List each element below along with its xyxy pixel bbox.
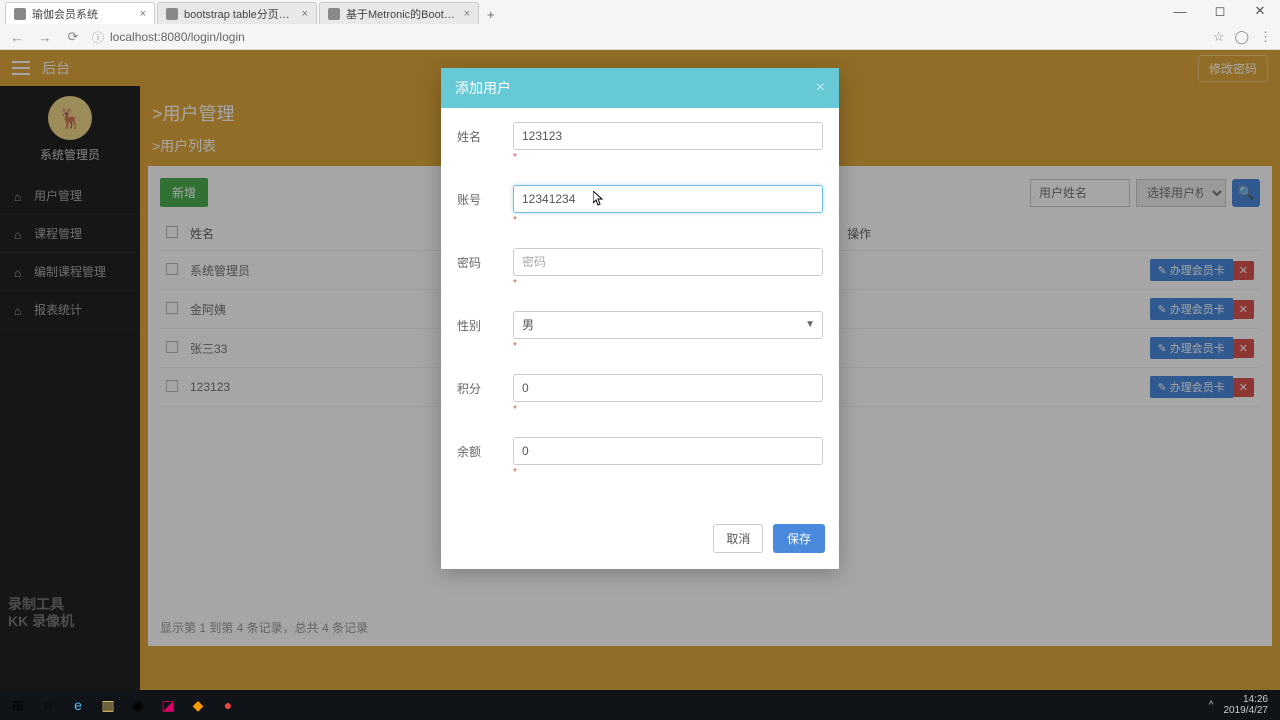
explorer-icon[interactable]: ▥ [94,691,122,719]
label-points: 积分 [457,374,513,397]
favicon-icon [14,8,26,20]
required-mark: * [513,404,823,415]
window-controls: — ◻ ✕ [1160,0,1280,22]
label-gender: 性别 [457,311,513,334]
label-name: 姓名 [457,122,513,145]
address-bar: ← → ⟳ ⓘ localhost:8080/login/login ☆ ◯ ⋮ [0,24,1280,50]
tab-bar: 瑜伽会员系统 × bootstrap table分页_百度搜索 × 基于Metr… [0,0,1280,24]
add-user-modal: 添加用户 × 姓名 * 账号 * [441,68,839,569]
info-icon: ⓘ [92,29,104,46]
new-tab-button[interactable]: + [481,5,501,24]
cancel-button[interactable]: 取消 [713,524,763,553]
menu-icon[interactable]: ⋮ [1259,29,1272,45]
tab-metronic[interactable]: 基于Metronic的Bootstrap开发 × [319,2,479,24]
gender-select[interactable]: 男 [513,311,823,339]
url-text: localhost:8080/login/login [110,30,245,44]
close-window-button[interactable]: ✕ [1240,0,1280,22]
close-icon[interactable]: × [140,8,146,20]
start-button[interactable]: ⊞ [4,691,32,719]
browser-chrome: 瑜伽会员系统 × bootstrap table分页_百度搜索 × 基于Metr… [0,0,1280,50]
tab-title: bootstrap table分页_百度搜索 [184,6,296,22]
label-balance: 余额 [457,437,513,460]
profile-icon[interactable]: ◯ [1234,29,1249,45]
tab-title: 基于Metronic的Bootstrap开发 [346,6,458,22]
app-icon[interactable]: ◆ [184,691,212,719]
reload-button[interactable]: ⟳ [64,29,82,45]
clock-time: 14:26 [1224,694,1269,705]
close-icon[interactable]: × [464,8,470,20]
taskbar: ⊞ ○ e ▥ ◉ ◪ ◆ ● ^ 14:26 2019/4/27 [0,690,1280,720]
page: 后台 修改密码 🦌 系统管理员 ⌂用户管理 ⌂课程管理 ⌂编制课程管理 ⌂报表统… [0,50,1280,690]
forward-button[interactable]: → [36,30,54,45]
points-input[interactable] [513,374,823,402]
required-mark: * [513,215,823,226]
close-icon[interactable]: × [302,8,308,20]
tab-baidu[interactable]: bootstrap table分页_百度搜索 × [157,2,317,24]
edge-icon[interactable]: e [64,691,92,719]
password-input[interactable] [513,248,823,276]
modal-overlay: 添加用户 × 姓名 * 账号 * [0,50,1280,690]
label-password: 密码 [457,248,513,271]
url-box[interactable]: ⓘ localhost:8080/login/login [92,29,1203,46]
name-input[interactable] [513,122,823,150]
favicon-icon [328,8,340,20]
tray-up-icon[interactable]: ^ [1209,700,1214,711]
app2-icon[interactable]: ● [214,691,242,719]
cortana-icon[interactable]: ○ [34,691,62,719]
tab-title: 瑜伽会员系统 [32,6,134,22]
required-mark: * [513,467,823,478]
required-mark: * [513,341,823,352]
back-button[interactable]: ← [8,30,26,45]
minimize-button[interactable]: — [1160,0,1200,22]
modal-close-button[interactable]: × [816,79,825,97]
label-account: 账号 [457,185,513,208]
account-input[interactable] [513,185,823,213]
star-icon[interactable]: ☆ [1213,29,1225,45]
favicon-icon [166,8,178,20]
chrome-icon[interactable]: ◉ [124,691,152,719]
maximize-button[interactable]: ◻ [1200,0,1240,22]
required-mark: * [513,278,823,289]
clock-date: 2019/4/27 [1224,705,1269,716]
required-mark: * [513,152,823,163]
ide-icon[interactable]: ◪ [154,691,182,719]
tab-active[interactable]: 瑜伽会员系统 × [5,2,155,24]
balance-input[interactable] [513,437,823,465]
modal-title: 添加用户 [455,78,511,98]
save-button[interactable]: 保存 [773,524,825,553]
